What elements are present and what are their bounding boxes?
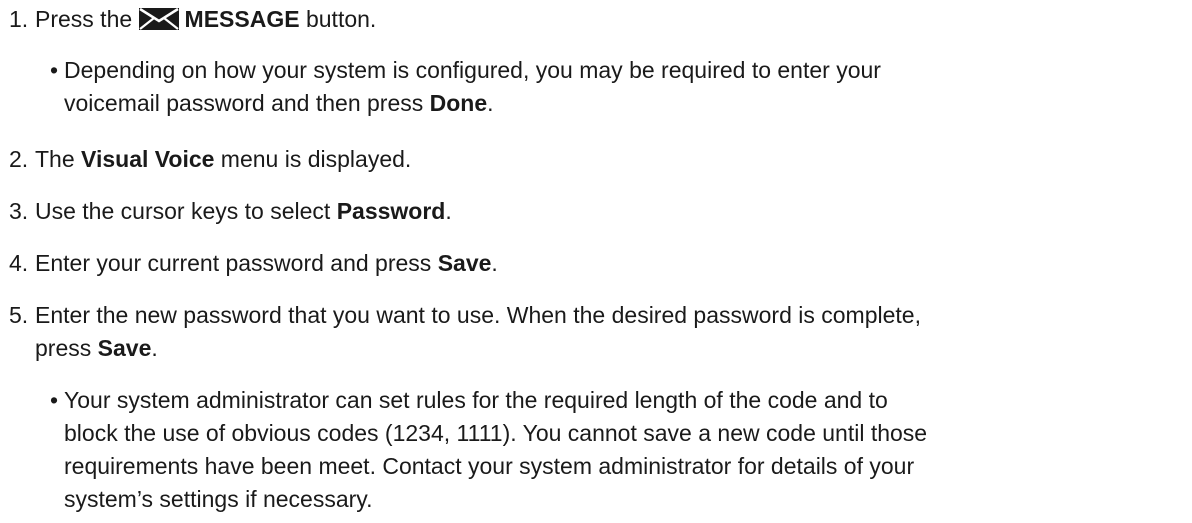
instructions-page: 1. Press the MESSAGE button. • Depending … [0,0,1192,523]
step-text: Use the cursor keys to select [35,198,337,224]
step-2: 2. The Visual Voice menu is displayed. [9,143,1172,176]
note-text-end: . [487,90,494,116]
step-1-note: • Depending on how your system is config… [50,54,1172,120]
note-line-2: block the use of obvious codes (1234, 11… [64,420,928,446]
step-text-end: . [491,250,498,276]
message-button-label: MESSAGE [184,6,300,32]
note-line-2: voicemail password and then press Done. [64,87,1172,120]
step-number: 3. [9,198,29,224]
step-number: 4. [9,250,29,276]
step-number: 5. [9,302,29,328]
step-number: 2. [9,146,29,172]
step-text: Enter the new password that you want to … [35,302,921,328]
note-text: voicemail password and then press [64,90,430,116]
note-line-1: Depending on how your system is configur… [64,57,881,83]
note-line-1: Your system administrator can set rules … [64,387,888,413]
step-5: 5. Enter the new password that you want t… [9,299,1172,365]
step-text-end: menu is displayed. [214,146,412,172]
save-label: Save [437,250,492,276]
step-text: press [35,335,98,361]
step-text: Enter your current password and press [35,250,438,276]
step-text-end: button. [299,6,377,32]
bullet: • [50,57,59,83]
save-label: Save [97,335,152,361]
done-label: Done [429,90,488,116]
step-text-end: . [151,335,158,361]
step-4: 4. Enter your current password and press … [9,247,1172,280]
step-text-end: . [445,198,452,224]
step-5-line-2: press Save. [9,332,1172,365]
step-1: 1. Press the MESSAGE button. [9,3,1172,36]
step-text: Press the [35,6,133,32]
envelope-icon [138,8,179,30]
step-text: The [35,146,82,172]
note-line-3: requirements have been meet. Contact you… [64,453,915,479]
step-3: 3. Use the cursor keys to select Password… [9,195,1172,228]
bullet: • [50,387,59,413]
step-number: 1. [9,6,29,32]
visual-voice-label: Visual Voice [81,146,215,172]
note-line-4: system’s settings if necessary. [64,486,373,512]
password-label: Password [336,198,446,224]
step-5-note: • Your system administrator can set rule… [50,384,1172,516]
